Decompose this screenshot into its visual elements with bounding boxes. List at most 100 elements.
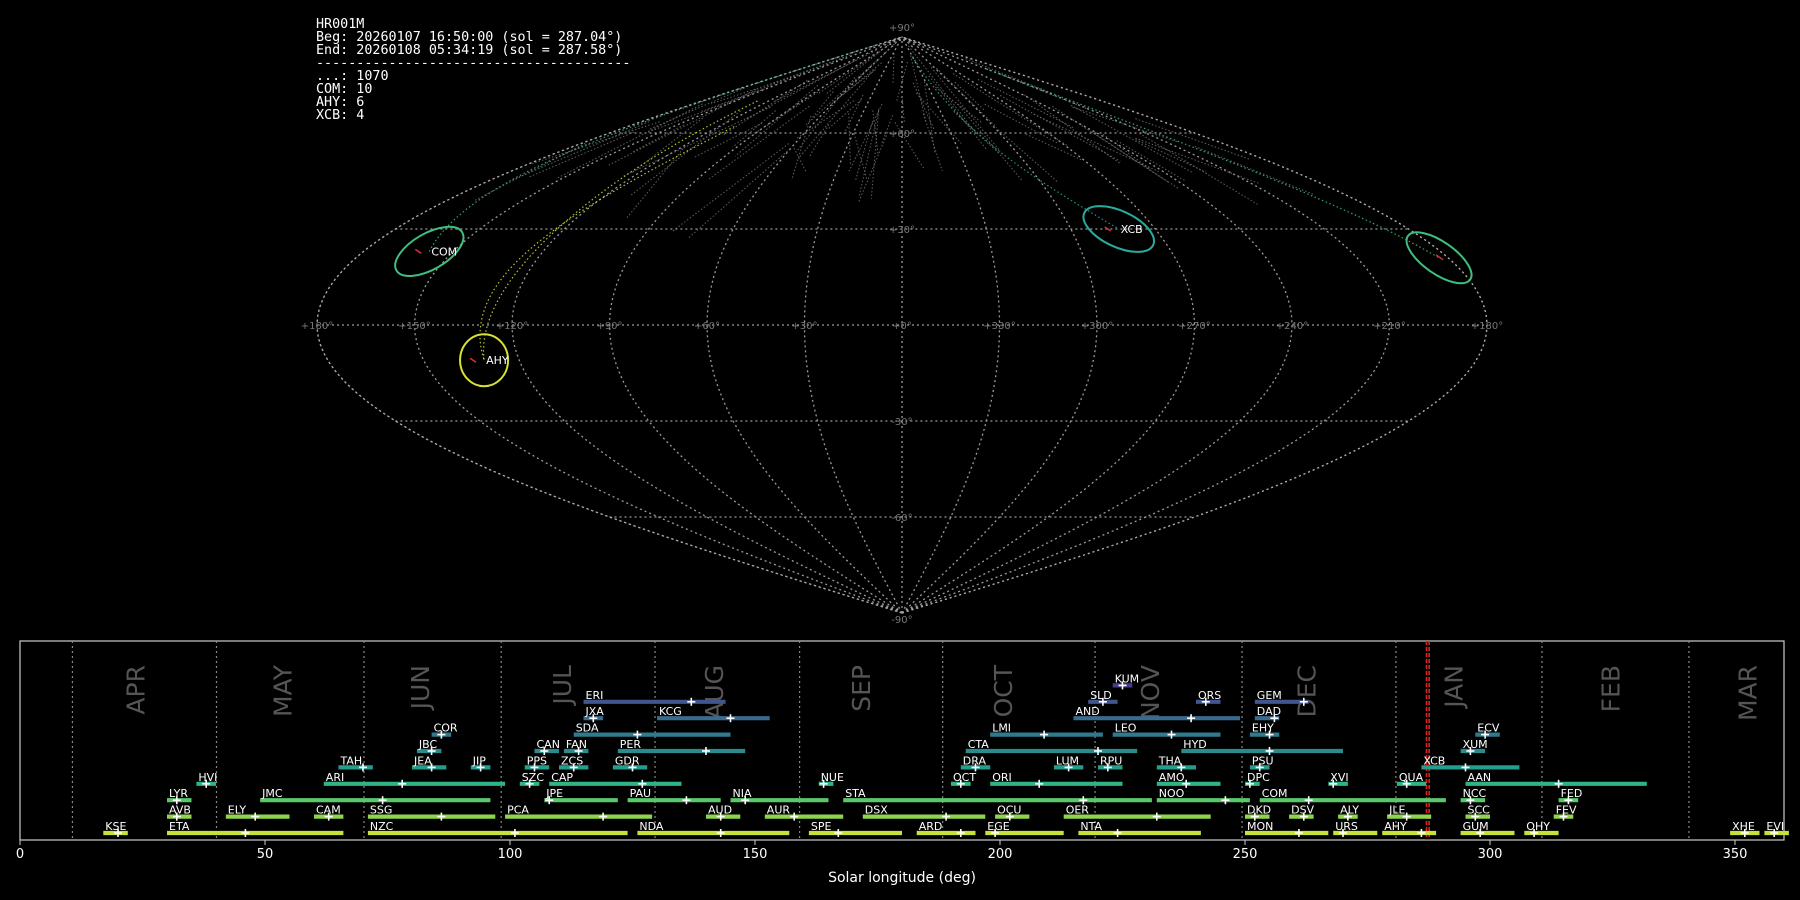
x-tick-label: 50 bbox=[257, 847, 274, 862]
meteor-streak bbox=[977, 79, 1075, 129]
shower-label-com: COM bbox=[1262, 787, 1288, 800]
shower-label-lum: LUM bbox=[1056, 754, 1079, 767]
month-label: JAN bbox=[1440, 665, 1469, 710]
meteor-streak bbox=[646, 88, 765, 134]
meteor-streak bbox=[984, 103, 1059, 144]
shower-label-tha: THA bbox=[1158, 754, 1182, 767]
shower-label-tah: TAH bbox=[340, 754, 363, 767]
shower-label-jmc: JMC bbox=[261, 787, 283, 800]
shower-label-xcb: XCB bbox=[1423, 754, 1445, 767]
month-label: FEB bbox=[1597, 665, 1626, 712]
meteor-streak bbox=[632, 117, 704, 173]
shower-label-ocu: OCU bbox=[997, 804, 1021, 817]
shower-label-and: AND bbox=[1076, 705, 1100, 718]
shower-label-qua: QUA bbox=[1399, 771, 1424, 784]
x-tick-label: 300 bbox=[1478, 847, 1503, 862]
shower-label-aly: ALY bbox=[1340, 804, 1359, 817]
shower-label-rpu: RPU bbox=[1100, 754, 1122, 767]
meridian-label: +180° bbox=[301, 321, 333, 332]
meteor-streak bbox=[688, 148, 791, 239]
radiant-label-xcb: XCB bbox=[1121, 223, 1143, 236]
meteor-streak bbox=[621, 106, 771, 178]
shower-label-jbc: JBC bbox=[418, 738, 438, 751]
shower-label-ecv: ECV bbox=[1477, 722, 1500, 735]
shower-label-ege: EGE bbox=[987, 820, 1009, 833]
radiant-label-com: COM bbox=[431, 245, 457, 258]
parallel-label: +90° bbox=[889, 23, 915, 34]
shower-label-jxa: JXA bbox=[585, 705, 605, 718]
sky-map: +180° +150° +120° +90° +60° +30° +0° +330° +300°… bbox=[301, 23, 1503, 626]
shower-label-cor: COR bbox=[434, 722, 458, 735]
meteor-streak bbox=[701, 57, 845, 112]
shower-label-cta: CTA bbox=[968, 738, 990, 751]
shower-label-ssg: SSG bbox=[370, 804, 393, 817]
shower-label-evi: EVI bbox=[1766, 820, 1784, 833]
month-label: NOV bbox=[1136, 665, 1165, 720]
shower-label-nue: NUE bbox=[821, 771, 844, 784]
shower-label-ahy: AHY bbox=[1384, 820, 1407, 833]
shower-label-xum: XUM bbox=[1463, 738, 1488, 751]
shower-label-mon: MON bbox=[1247, 820, 1273, 833]
shower-label-noo: NOO bbox=[1159, 787, 1185, 800]
meteor-streak bbox=[1135, 137, 1260, 184]
shower-label-xvi: XVI bbox=[1330, 771, 1348, 784]
meteor-streak bbox=[1194, 145, 1315, 196]
shower-label-aan: AAN bbox=[1468, 771, 1492, 784]
meteor-streak bbox=[1135, 118, 1250, 160]
meteor-streak bbox=[809, 124, 830, 157]
meteor-streak bbox=[532, 121, 660, 165]
radiant-ellipse-xcb bbox=[1082, 205, 1155, 253]
meteor-streak bbox=[1025, 133, 1082, 161]
shower-label-jip: JIP bbox=[472, 754, 486, 767]
meridian-label: +0° bbox=[892, 321, 912, 332]
meteor-streak bbox=[557, 103, 703, 179]
parallel-label: +60° bbox=[889, 129, 915, 140]
month-label: SEP bbox=[847, 665, 876, 712]
shower-label-kum: KUM bbox=[1115, 672, 1139, 685]
meridian-label: +300° bbox=[1081, 321, 1113, 332]
x-tick-label: 100 bbox=[498, 847, 523, 862]
shower-label-urs: URS bbox=[1335, 820, 1358, 833]
shower-label-ard: ARD bbox=[919, 820, 943, 833]
parallel-label: +30° bbox=[889, 225, 915, 236]
meteor-streak bbox=[997, 129, 1058, 183]
shower-label-ohy: OHY bbox=[1526, 820, 1550, 833]
month-label: AUG bbox=[700, 665, 729, 720]
shower-label-nia: NIA bbox=[733, 787, 752, 800]
shower-label-pca: PCA bbox=[507, 804, 529, 817]
meteor-streak bbox=[528, 131, 635, 178]
shower-label-sda: SDA bbox=[576, 722, 599, 735]
meteor-streak bbox=[791, 115, 812, 181]
meteor-streak bbox=[922, 113, 943, 172]
meteor-streak bbox=[953, 111, 999, 154]
shower-label-fev: FEV bbox=[1556, 804, 1577, 817]
meteor-streak bbox=[999, 95, 1121, 162]
shower-label-dsv: DSV bbox=[1291, 804, 1314, 817]
radiant-trails bbox=[428, 42, 1440, 361]
x-axis-label: Solar longitude (deg) bbox=[828, 870, 976, 886]
meridian-label: +240° bbox=[1276, 321, 1308, 332]
shower-label-jea: JEA bbox=[413, 754, 432, 767]
meridian-label: +90° bbox=[596, 321, 622, 332]
shower-label-szc: SZC bbox=[522, 771, 545, 784]
shower-label-xhe: XHE bbox=[1732, 820, 1755, 833]
shower-label-kse: KSE bbox=[105, 820, 126, 833]
meteor-streak bbox=[892, 53, 895, 84]
meridian-label: +120° bbox=[496, 321, 528, 332]
shower-label-dra: DRA bbox=[963, 754, 987, 767]
meteor-streak bbox=[915, 92, 962, 144]
shower-label-ehy: EHY bbox=[1252, 722, 1274, 735]
month-label: OCT bbox=[989, 664, 1018, 717]
meridian-label: +60° bbox=[694, 321, 720, 332]
shower-label-nzc: NZC bbox=[370, 820, 394, 833]
meteor-streak bbox=[733, 110, 777, 147]
shower-label-oer: OER bbox=[1066, 804, 1090, 817]
x-tick-label: 350 bbox=[1723, 847, 1748, 862]
month-label: MAR bbox=[1734, 665, 1763, 721]
shower-timeline: APR MAY JUN JUL AUG SEP OCT NOV DEC JAN FEB MAR KSE E… bbox=[16, 640, 1789, 886]
shower-label-psu: PSU bbox=[1252, 754, 1274, 767]
shower-label-eri: ERI bbox=[586, 689, 604, 702]
shower-label-per: PER bbox=[620, 738, 642, 751]
meteor-streak bbox=[858, 108, 880, 198]
meridian-label: +270° bbox=[1178, 321, 1210, 332]
